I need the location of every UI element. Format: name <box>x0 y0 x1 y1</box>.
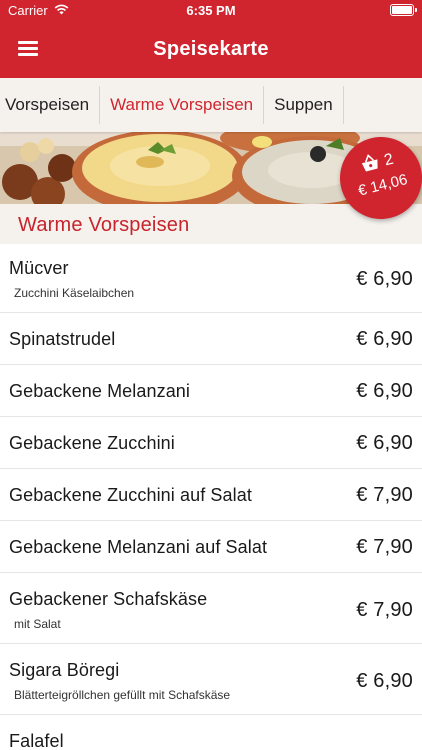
cart-count: 2 <box>382 150 396 170</box>
menu-item[interactable]: Mücver Zucchini Käselaibchen € 6,90 <box>0 244 422 313</box>
item-description: mit Salat <box>14 617 61 631</box>
basket-icon <box>359 152 382 178</box>
menu-item[interactable]: Sigara Böregi Blätterteigröllchen gefüll… <box>0 644 422 715</box>
item-price: € 7,90 <box>356 599 413 621</box>
item-name: Spinatstrudel <box>9 329 116 349</box>
item-price: € 6,90 <box>356 328 413 350</box>
item-price: € 6,90 <box>356 380 413 402</box>
menu-item[interactable]: Gebackene Zucchini auf Salat € 7,90 <box>0 469 422 521</box>
item-price: € 6,90 <box>356 432 413 454</box>
battery-icon <box>390 4 417 16</box>
item-price: € 6,90 <box>356 268 413 290</box>
tab-suppen[interactable]: Suppen <box>264 86 343 124</box>
tab-divider <box>342 86 344 124</box>
item-name: Gebackener Schafskäse <box>9 589 208 609</box>
item-price: € 6,90 <box>356 670 413 692</box>
item-price: € 7,90 <box>356 536 413 558</box>
menu-item[interactable]: Falafel <box>0 715 422 750</box>
section-title: Warme Vorspeisen <box>18 214 190 236</box>
item-name: Gebackene Zucchini auf Salat <box>9 485 252 505</box>
menu-item[interactable]: Gebackene Zucchini € 6,90 <box>0 417 422 469</box>
item-description: Zucchini Käselaibchen <box>14 286 135 300</box>
menu-item[interactable]: Gebackene Melanzani € 6,90 <box>0 365 422 417</box>
status-time: 6:35 PM <box>186 3 236 18</box>
item-name: Gebackene Melanzani auf Salat <box>9 537 268 557</box>
item-name: Sigara Böregi <box>9 660 120 680</box>
tab-warme-vorspeisen[interactable]: Warme Vorspeisen <box>100 86 263 124</box>
item-price: € 7,90 <box>356 484 413 506</box>
page-title: Speisekarte <box>153 38 269 60</box>
item-name: Gebackene Zucchini <box>9 433 175 453</box>
menu-item[interactable]: Spinatstrudel € 6,90 <box>0 313 422 365</box>
menu-list: Mücver Zucchini Käselaibchen € 6,90 Spin… <box>0 244 422 750</box>
status-bar: Carrier 6:35 PM <box>0 0 422 22</box>
top-bar: Carrier 6:35 PM Speisekarte <box>0 0 422 78</box>
item-name: Gebackene Melanzani <box>9 381 191 401</box>
tab-vorspeisen[interactable]: Vorspeisen <box>0 86 99 124</box>
nav-bar: Speisekarte <box>0 22 422 78</box>
menu-item[interactable]: Gebackene Melanzani auf Salat € 7,90 <box>0 521 422 573</box>
menu-item[interactable]: Gebackener Schafskäse mit Salat € 7,90 <box>0 573 422 644</box>
item-name: Falafel <box>9 731 64 750</box>
item-name: Mücver <box>9 258 69 278</box>
category-tabs: Vorspeisen Warme Vorspeisen Suppen <box>0 78 422 132</box>
item-description: Blätterteigröllchen gefüllt mit Schafskä… <box>14 688 231 702</box>
